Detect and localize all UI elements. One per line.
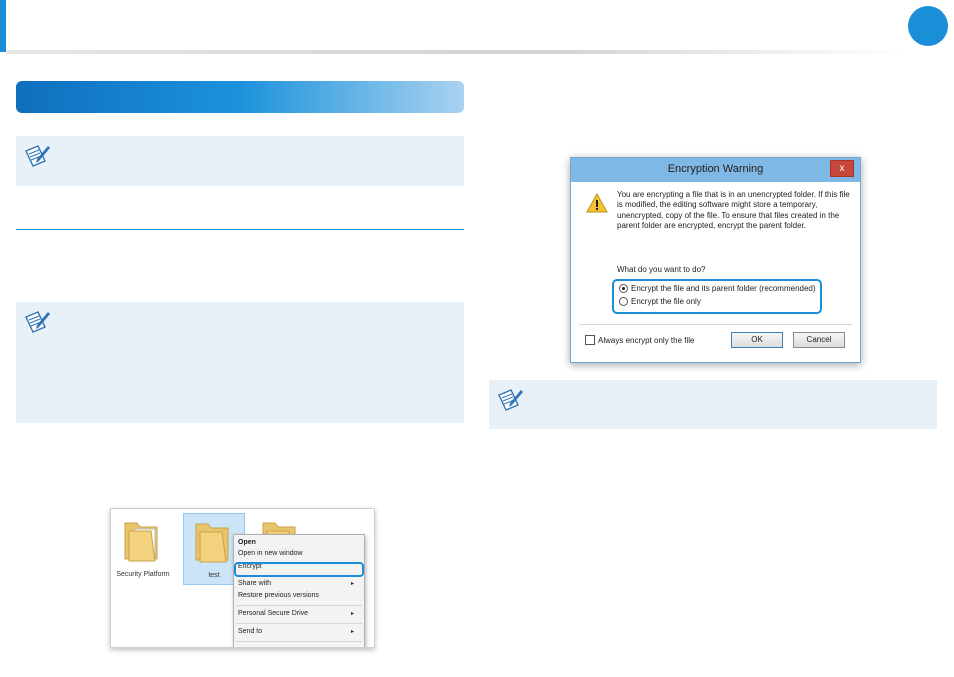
checkbox-label: Always encrypt only the file [598, 335, 695, 345]
section-heading-bar [16, 81, 464, 113]
section-rule [16, 229, 464, 230]
radio-selected[interactable] [619, 284, 628, 293]
chapter-marker [908, 6, 948, 46]
encrypt-options-highlight: Encrypt the file and its parent folder (… [612, 279, 822, 314]
menu-separator [236, 641, 362, 642]
menu-item-share-with[interactable]: Share with ▸ [238, 580, 358, 587]
chevron-right-icon: ▸ [350, 629, 354, 635]
ok-button[interactable]: OK [731, 332, 783, 348]
option-encrypt-file-only[interactable]: Encrypt the file only [619, 297, 701, 306]
dialog-message: You are encrypting a file that is in an … [617, 190, 850, 231]
header-divider [6, 50, 906, 54]
warning-icon [586, 193, 608, 213]
menu-separator [236, 623, 362, 624]
dialog-separator [579, 324, 852, 325]
menu-item-open[interactable]: Open [238, 539, 358, 546]
chevron-right-icon: ▸ [350, 581, 354, 587]
dialog-question: What do you want to do? [617, 265, 706, 274]
cancel-button[interactable]: Cancel [793, 332, 845, 348]
folder-item[interactable]: Security Platform [113, 513, 173, 583]
header-accent-bar [0, 0, 6, 52]
note-box-3 [489, 380, 937, 429]
note-box-1 [16, 136, 464, 186]
menu-item-label: Share with [238, 580, 272, 587]
radio-unselected[interactable] [619, 297, 628, 306]
menu-separator [236, 605, 362, 606]
close-icon[interactable]: x [830, 160, 854, 177]
note-box-2 [16, 302, 464, 423]
note-pencil-icon [498, 389, 523, 411]
menu-item-label: Open [238, 539, 256, 546]
explorer-screenshot: Security Platform test Open Open in new … [110, 508, 375, 648]
dialog-body: You are encrypting a file that is in an … [575, 182, 856, 358]
menu-item-personal-secure-drive[interactable]: Personal Secure Drive ▸ [238, 610, 358, 617]
context-menu: Open Open in new window Encrypt Share wi… [233, 534, 365, 647]
note-pencil-icon [25, 145, 50, 167]
menu-item-label: Personal Secure Drive [238, 610, 309, 617]
encrypt-highlight [234, 562, 364, 577]
always-encrypt-checkbox-row[interactable]: Always encrypt only the file [585, 335, 695, 345]
always-encrypt-checkbox[interactable] [585, 335, 595, 345]
chevron-right-icon: ▸ [350, 611, 354, 617]
encryption-warning-dialog: Encryption Warning x You are encrypting … [570, 157, 861, 363]
menu-item-label: Send to [238, 628, 263, 635]
option-label: Encrypt the file only [631, 297, 701, 306]
folder-icon [124, 522, 158, 562]
folder-label: Security Platform [116, 571, 170, 578]
menu-item-restore-versions[interactable]: Restore previous versions [238, 592, 358, 599]
option-label: Encrypt the file and its parent folder (… [631, 284, 816, 293]
dialog-title: Encryption Warning [667, 163, 764, 175]
dialog-title-bar: Encryption Warning x [571, 158, 860, 182]
menu-item-send-to[interactable]: Send to ▸ [238, 628, 358, 635]
option-encrypt-file-and-folder[interactable]: Encrypt the file and its parent folder (… [619, 284, 816, 293]
menu-item-label: Restore previous versions [238, 592, 319, 599]
menu-item-open-new-window[interactable]: Open in new window [238, 550, 358, 557]
note-pencil-icon [25, 311, 50, 333]
folder-icon [195, 523, 229, 563]
menu-item-label: Open in new window [238, 550, 303, 557]
